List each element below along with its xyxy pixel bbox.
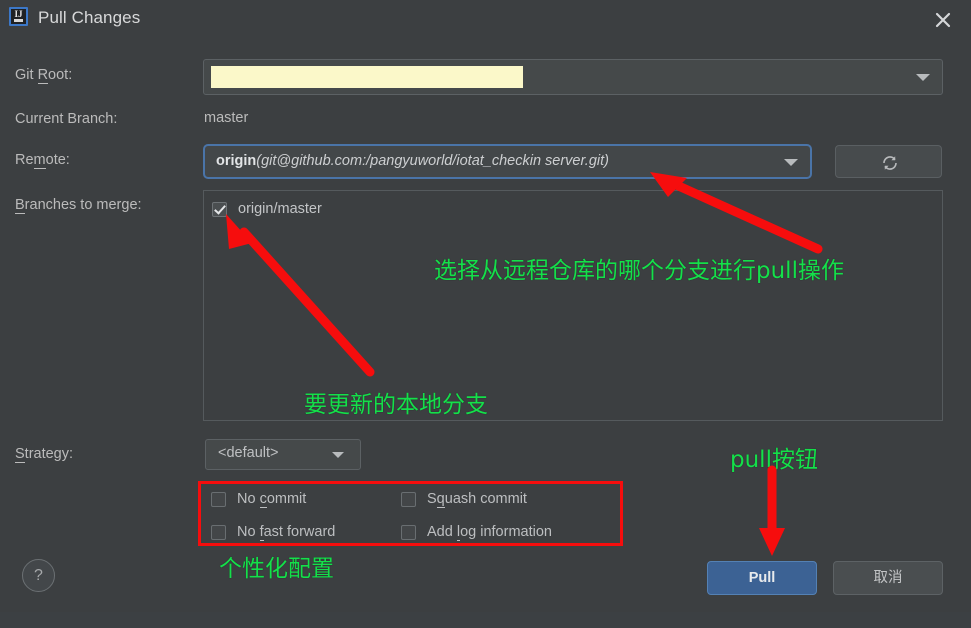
- branch-label: origin/master: [238, 201, 322, 217]
- git-root-combobox[interactable]: [203, 59, 943, 95]
- dialog-titlebar: IJ Pull Changes: [0, 0, 971, 40]
- remote-name: origin: [216, 153, 257, 169]
- strategy-combobox[interactable]: <default>: [205, 439, 361, 470]
- strategy-label: Strategy:: [15, 446, 74, 463]
- git-root-redaction-block: [211, 66, 523, 88]
- remote-url: (git@github.com:/pangyuworld/iotat_check…: [256, 153, 609, 169]
- git-root-label: Git Root:: [15, 67, 73, 84]
- remote-combobox[interactable]: origin(git@github.com:/pangyuworld/iotat…: [203, 144, 812, 179]
- chevron-down-icon[interactable]: [916, 74, 930, 81]
- branch-checkbox[interactable]: [212, 201, 227, 217]
- chevron-down-icon[interactable]: [332, 451, 344, 458]
- annotation-local-branch: 要更新的本地分支: [304, 392, 488, 418]
- cancel-button[interactable]: 取消: [833, 561, 943, 595]
- page-title: Pull Changes: [38, 8, 141, 27]
- remote-value: origin(git@github.com:/pangyuworld/iotat…: [216, 153, 609, 169]
- pull-button[interactable]: Pull: [707, 561, 817, 595]
- current-branch-label: Current Branch:: [15, 111, 118, 127]
- list-item[interactable]: origin/master: [212, 201, 322, 217]
- intellij-idea-icon: IJ: [9, 7, 28, 26]
- chevron-down-icon[interactable]: [784, 158, 798, 166]
- intellij-idea-icon-letters: IJ: [14, 9, 23, 19]
- help-button[interactable]: ?: [22, 559, 55, 592]
- intellij-idea-icon-bar: [14, 19, 23, 22]
- refresh-remotes-button[interactable]: [835, 145, 942, 178]
- arrow-to-pull-button: [759, 465, 785, 556]
- pull-changes-dialog: IJ Pull Changes Git Root: Current Branch…: [0, 0, 971, 612]
- annotation-options: 个性化配置: [219, 556, 334, 582]
- annotation-pull-button: pull按钮: [730, 447, 818, 473]
- remote-label: Remote:: [15, 152, 70, 169]
- current-branch-value: master: [204, 110, 249, 126]
- strategy-value: <default>: [218, 445, 279, 461]
- options-highlight-rectangle: [198, 481, 623, 546]
- annotation-remote-branch: 选择从远程仓库的哪个分支进行pull操作: [434, 258, 844, 284]
- window-bottom-strip: [0, 612, 971, 628]
- refresh-icon: [883, 156, 897, 170]
- branches-to-merge-label: Branches to merge:: [15, 197, 142, 214]
- close-icon[interactable]: [929, 6, 957, 34]
